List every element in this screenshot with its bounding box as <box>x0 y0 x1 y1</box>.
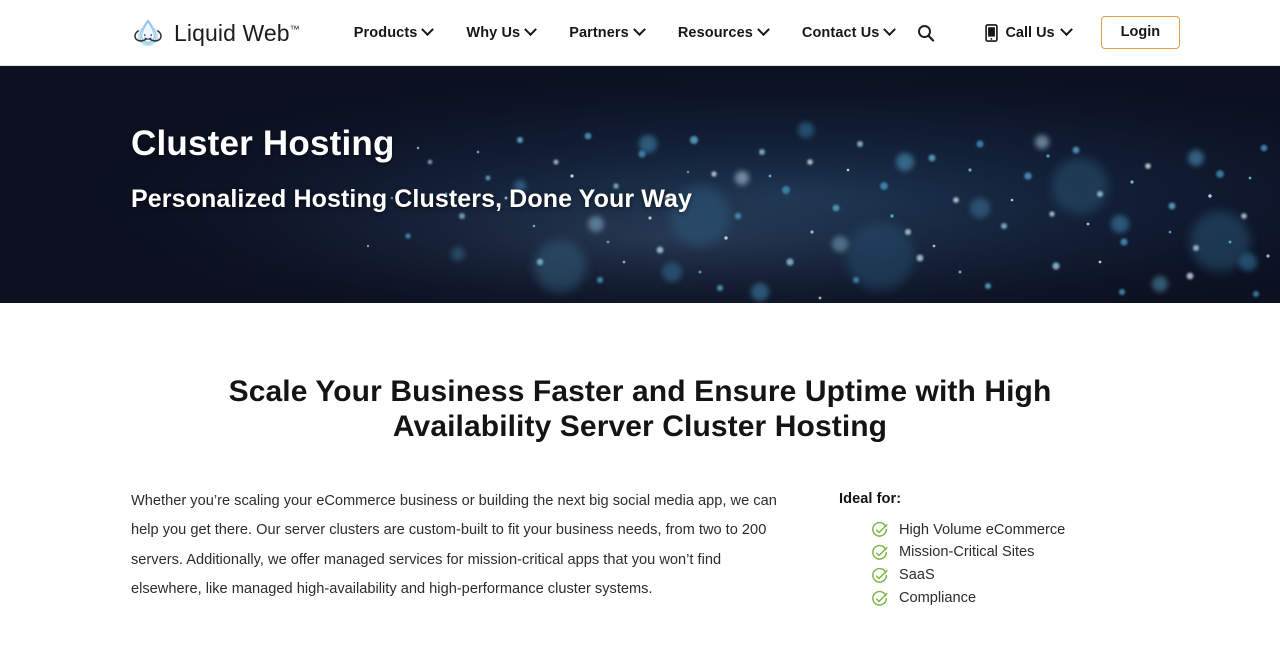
chevron-down-icon <box>757 23 770 36</box>
ideal-for-list: High Volume eCommerce Mission-Critical S… <box>839 521 1065 609</box>
nav-item-resources[interactable]: Resources <box>661 25 785 41</box>
list-item-label: Mission-Critical Sites <box>899 543 1034 563</box>
nav-item-partners[interactable]: Partners <box>552 25 661 41</box>
search-icon <box>916 23 936 43</box>
list-item: SaaS <box>871 566 1065 586</box>
main-navigation: Products Why Us Partners Resources Conta… <box>337 25 912 41</box>
list-item: Compliance <box>871 589 1065 609</box>
nav-item-why-us[interactable]: Why Us <box>449 25 552 41</box>
nav-label: Contact Us <box>802 25 880 41</box>
intro-text-column: Whether you’re scaling your eCommerce bu… <box>131 487 795 605</box>
nav-label: Resources <box>678 25 753 41</box>
hero-content: Cluster Hosting Personalized Hosting Clu… <box>0 66 1280 214</box>
page-title: Scale Your Business Faster and Ensure Up… <box>160 303 1120 445</box>
hero-banner: Cluster Hosting Personalized Hosting Clu… <box>0 66 1280 303</box>
call-us-button[interactable]: Call Us <box>985 24 1070 42</box>
nav-item-products[interactable]: Products <box>337 25 450 41</box>
chevron-down-icon <box>524 23 537 36</box>
check-circle-icon <box>871 521 889 539</box>
site-logo[interactable]: Liquid Web™ <box>131 16 300 50</box>
logo-text: Liquid Web™ <box>174 20 300 47</box>
check-circle-icon <box>871 590 889 608</box>
hero-subtitle: Personalized Hosting Clusters, Done Your… <box>131 184 1280 214</box>
list-item-label: Compliance <box>899 589 976 609</box>
check-circle-icon <box>871 544 889 562</box>
check-circle-icon <box>871 567 889 585</box>
search-button[interactable] <box>911 18 941 48</box>
chevron-down-icon <box>884 23 897 36</box>
nav-item-contact-us[interactable]: Contact Us <box>785 25 912 41</box>
nav-label: Products <box>354 25 418 41</box>
list-item-label: High Volume eCommerce <box>899 521 1065 541</box>
list-item: Mission-Critical Sites <box>871 543 1065 563</box>
ideal-for-column: Ideal for: High Volume eCommerce Mission… <box>839 487 1065 612</box>
nav-label: Partners <box>569 25 629 41</box>
liquidweb-droplet-logo-icon <box>131 16 165 50</box>
call-us-label: Call Us <box>1005 25 1054 41</box>
header-actions: Call Us Login <box>911 16 1180 49</box>
site-header: Liquid Web™ Products Why Us Partners Res… <box>0 0 1280 66</box>
hero-title: Cluster Hosting <box>131 124 1280 164</box>
main-content: Scale Your Business Faster and Ensure Up… <box>0 303 1280 611</box>
list-item: High Volume eCommerce <box>871 521 1065 541</box>
intro-columns: Whether you’re scaling your eCommerce bu… <box>131 445 1149 612</box>
chevron-down-icon <box>633 23 646 36</box>
ideal-for-label: Ideal for: <box>839 491 1065 507</box>
mobile-phone-icon <box>985 24 998 42</box>
intro-paragraph: Whether you’re scaling your eCommerce bu… <box>131 487 795 605</box>
login-button[interactable]: Login <box>1101 16 1180 49</box>
chevron-down-icon <box>422 23 435 36</box>
logo-trademark: ™ <box>290 24 300 35</box>
nav-label: Why Us <box>466 25 520 41</box>
list-item-label: SaaS <box>899 566 935 586</box>
chevron-down-icon <box>1060 23 1073 36</box>
